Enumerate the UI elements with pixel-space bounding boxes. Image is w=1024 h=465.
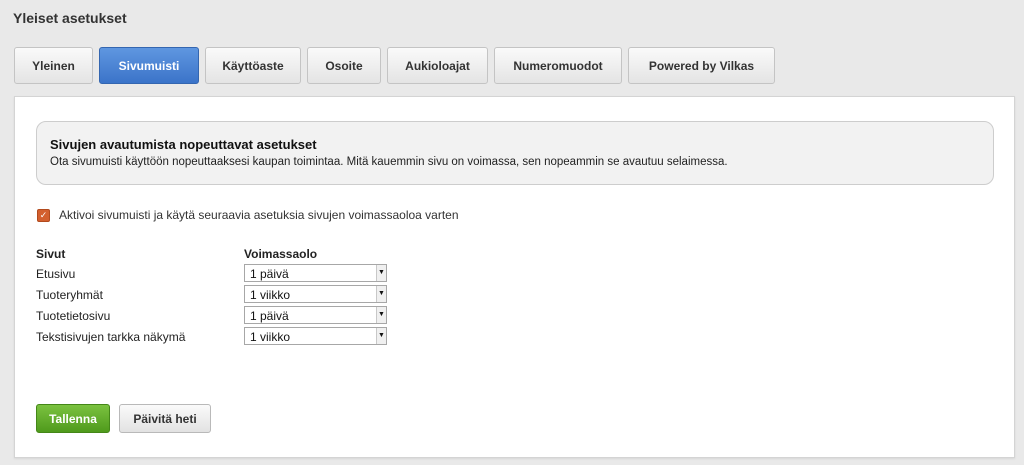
page-title: Yleiset asetukset <box>13 10 127 26</box>
row-label: Tuotetietosivu <box>36 309 111 323</box>
row-label: Tuoteryhmät <box>36 288 103 302</box>
info-box: Sivujen avautumista nopeuttavat asetukse… <box>36 121 994 185</box>
settings-row: Tekstisivujen tarkka näkymä 1 viikko ▼ <box>36 327 396 347</box>
column-header-pages: Sivut <box>36 247 66 261</box>
settings-panel: Sivujen avautumista nopeuttavat asetukse… <box>14 96 1015 458</box>
tab-yleinen[interactable]: Yleinen <box>14 47 93 84</box>
select-value: 1 päivä <box>250 267 289 281</box>
settings-row: Tuoteryhmät 1 viikko ▼ <box>36 285 396 305</box>
dropdown-arrow-icon: ▼ <box>376 328 386 344</box>
validity-select[interactable]: 1 viikko ▼ <box>244 327 387 345</box>
tab-aukioloajat[interactable]: Aukioloajat <box>387 47 488 84</box>
enable-cache-checkbox[interactable]: ✓ <box>37 208 50 222</box>
tab-bar: Yleinen Sivumuisti Käyttöaste Osoite Auk… <box>14 47 781 84</box>
tab-sivumuisti[interactable]: Sivumuisti <box>99 47 199 84</box>
settings-row: Tuotetietosivu 1 päivä ▼ <box>36 306 396 326</box>
settings-row: Etusivu 1 päivä ▼ <box>36 264 396 284</box>
refresh-now-button[interactable]: Päivitä heti <box>119 404 211 433</box>
tab-powered-by-vilkas[interactable]: Powered by Vilkas <box>628 47 775 84</box>
select-value: 1 päivä <box>250 309 289 323</box>
dropdown-arrow-icon: ▼ <box>376 265 386 281</box>
info-text: Ota sivumuisti käyttöön nopeuttaaksesi k… <box>50 156 728 168</box>
column-header-validity: Voimassaolo <box>244 247 318 261</box>
save-button[interactable]: Tallenna <box>36 404 110 433</box>
info-title: Sivujen avautumista nopeuttavat asetukse… <box>50 137 317 152</box>
select-value: 1 viikko <box>250 330 291 344</box>
dropdown-arrow-icon: ▼ <box>376 307 386 323</box>
tab-numeromuodot[interactable]: Numeromuodot <box>494 47 622 84</box>
row-label: Etusivu <box>36 267 76 281</box>
enable-cache-row: ✓ Aktivoi sivumuisti ja käytä seuraavia … <box>37 208 459 222</box>
validity-select[interactable]: 1 päivä ▼ <box>244 306 387 324</box>
dropdown-arrow-icon: ▼ <box>376 286 386 302</box>
row-label: Tekstisivujen tarkka näkymä <box>36 330 186 344</box>
tab-kayttoaste[interactable]: Käyttöaste <box>205 47 301 84</box>
validity-select[interactable]: 1 viikko ▼ <box>244 285 387 303</box>
enable-cache-label: Aktivoi sivumuisti ja käytä seuraavia as… <box>59 208 459 222</box>
tab-osoite[interactable]: Osoite <box>307 47 381 84</box>
validity-select[interactable]: 1 päivä ▼ <box>244 264 387 282</box>
select-value: 1 viikko <box>250 288 291 302</box>
